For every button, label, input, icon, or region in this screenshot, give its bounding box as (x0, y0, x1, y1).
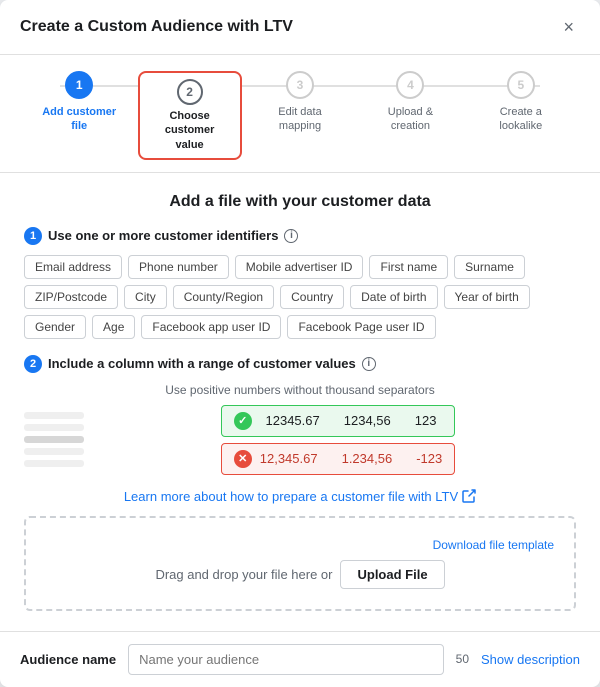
ltv-link[interactable]: Learn more about how to prepare a custom… (24, 489, 576, 504)
tags-container: Email address Phone number Mobile advert… (24, 255, 576, 339)
step-5-circle: 5 (507, 71, 535, 99)
ltv-link-text: Learn more about how to prepare a custom… (124, 489, 458, 504)
tag-zip[interactable]: ZIP/Postcode (24, 285, 118, 309)
tag-email[interactable]: Email address (24, 255, 122, 279)
tag-country[interactable]: Country (280, 285, 344, 309)
audience-label: Audience name (20, 652, 116, 667)
section1-num: 1 (24, 227, 42, 245)
tag-dob[interactable]: Date of birth (350, 285, 437, 309)
modal: Create a Custom Audience with LTV × 1 Ad… (0, 0, 600, 687)
section2-text: Include a column with a range of custome… (48, 356, 356, 371)
tag-surname[interactable]: Surname (454, 255, 525, 279)
section2-num: 2 (24, 355, 42, 373)
check-icon: ✓ (234, 412, 252, 430)
step-3-label: Edit data mapping (260, 105, 340, 134)
step-1-circle: 1 (65, 71, 93, 99)
upload-file-button[interactable]: Upload File (340, 560, 444, 589)
step-5-label: Create a lookalike (481, 105, 561, 134)
external-link-icon (462, 489, 476, 503)
section1-text: Use one or more customer identifiers (48, 228, 278, 243)
tag-fb-app-user[interactable]: Facebook app user ID (141, 315, 281, 339)
correct-val-1: 12345.67 (266, 413, 320, 428)
incorrect-val-3: -123 (416, 451, 442, 466)
upload-area-top: Download file template (46, 538, 554, 552)
tag-city[interactable]: City (124, 285, 167, 309)
correct-val-2: 1234,56 (344, 413, 391, 428)
step-2-label: Choose customer value (150, 109, 230, 152)
section2: 2 Include a column with a range of custo… (24, 355, 576, 475)
format-row-correct: ✓ 12345.67 1234,56 123 (221, 405, 455, 437)
section-title: Add a file with your customer data (24, 193, 576, 211)
step-4: 4 Upload & creation (355, 71, 465, 134)
modal-body: Add a file with your customer data 1 Use… (0, 173, 600, 631)
download-link[interactable]: Download file template (433, 538, 554, 552)
tag-fb-page-user[interactable]: Facebook Page user ID (287, 315, 435, 339)
illustration (24, 412, 84, 467)
tag-age[interactable]: Age (92, 315, 135, 339)
stepper: 1 Add customer file 2 Choose customer va… (0, 55, 600, 173)
step-2-circle: 2 (177, 79, 203, 105)
audience-name-input[interactable] (128, 644, 444, 675)
char-count: 50 (456, 652, 469, 666)
step-2: 2 Choose customer value (134, 71, 244, 160)
drag-text: Drag and drop your file here or (155, 567, 332, 582)
incorrect-val-1: 12,345.67 (260, 451, 318, 466)
step-1: 1 Add customer file (24, 71, 134, 134)
modal-title: Create a Custom Audience with LTV (20, 18, 293, 36)
section2-label: 2 Include a column with a range of custo… (24, 355, 576, 373)
modal-footer: Audience name 50 Show description (0, 631, 600, 687)
format-row-incorrect: ✕ 12,345.67 1.234,56 -123 (221, 443, 455, 475)
modal-header: Create a Custom Audience with LTV × (0, 0, 600, 55)
step-1-label: Add customer file (39, 105, 119, 134)
tag-yob[interactable]: Year of birth (444, 285, 530, 309)
section1-info-icon[interactable]: i (284, 229, 298, 243)
section1-label: 1 Use one or more customer identifiers i (24, 227, 576, 245)
upload-inner: Drag and drop your file here or Upload F… (46, 560, 554, 589)
show-description-link[interactable]: Show description (481, 652, 580, 667)
number-format-hint: Use positive numbers without thousand se… (24, 383, 576, 397)
format-examples: ✓ 12345.67 1234,56 123 ✕ 12,345.67 1.234… (221, 405, 455, 475)
upload-area: Download file template Drag and drop you… (24, 516, 576, 611)
step-5: 5 Create a lookalike (466, 71, 576, 134)
incorrect-values: 12,345.67 1.234,56 -123 (260, 451, 442, 466)
step-3-circle: 3 (286, 71, 314, 99)
close-button[interactable]: × (557, 16, 580, 38)
tag-phone[interactable]: Phone number (128, 255, 229, 279)
tag-first-name[interactable]: First name (369, 255, 448, 279)
tag-mobile-advertiser[interactable]: Mobile advertiser ID (235, 255, 364, 279)
section2-info-icon[interactable]: i (362, 357, 376, 371)
step-4-circle: 4 (396, 71, 424, 99)
step-3: 3 Edit data mapping (245, 71, 355, 134)
tag-gender[interactable]: Gender (24, 315, 86, 339)
tag-county-region[interactable]: County/Region (173, 285, 274, 309)
correct-val-3: 123 (415, 413, 437, 428)
correct-values: 12345.67 1234,56 123 (260, 413, 442, 428)
cross-icon: ✕ (234, 450, 252, 468)
incorrect-val-2: 1.234,56 (342, 451, 393, 466)
step-4-label: Upload & creation (370, 105, 450, 134)
